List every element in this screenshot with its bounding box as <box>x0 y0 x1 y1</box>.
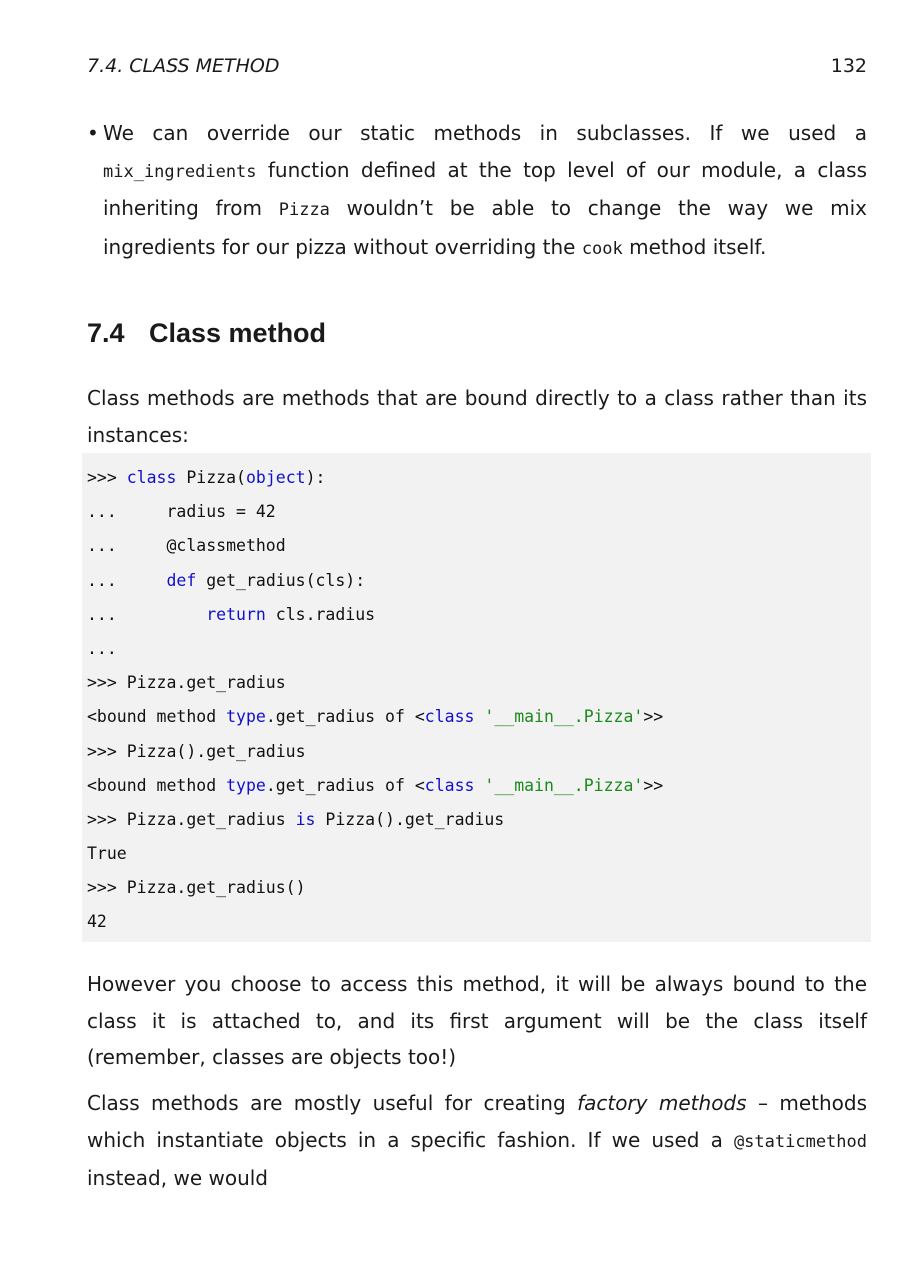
code-line: ... return cls.radius <box>87 604 376 624</box>
inline-code-mix-ingredients: mix_ingredients <box>103 161 257 182</box>
code-line: >>> Pizza.get_radius <box>87 673 286 693</box>
code-line: >>> Pizza.get_radius is Pizza().get_radi… <box>87 809 505 829</box>
code-line: <bound method type.get_radius of <class … <box>87 707 664 727</box>
header-section-ref: 7.4. CLASS METHOD <box>87 55 280 77</box>
emphasis-factory-methods: factory methods <box>577 1091 747 1115</box>
section-heading: 7.4 Class method <box>87 315 326 351</box>
code-line: ... def get_radius(cls): <box>87 570 366 590</box>
page-number: 132 <box>830 55 867 77</box>
body-paragraph: However you choose to access this method… <box>87 972 867 1069</box>
code-block: >>> class Pizza(object): ... radius = 42… <box>82 453 871 942</box>
intro-paragraph: Class methods are methods that are bound… <box>87 386 867 447</box>
bullet-marker: • <box>87 121 99 145</box>
body-paragraph: Class methods are mostly useful for crea… <box>87 1091 867 1190</box>
inline-code-pizza: Pizza <box>278 200 330 220</box>
code-line: True <box>87 844 127 864</box>
inline-code-cook: cook <box>581 238 623 259</box>
code-line: ... @classmethod <box>87 536 286 556</box>
bullet-list: • We can override our static methods in … <box>87 115 867 267</box>
bullet-text-4: method itself. <box>622 234 767 259</box>
bullet-text-1: We can override our static methods in su… <box>103 121 867 145</box>
code-line: <bound method type.get_radius of <class … <box>87 775 664 795</box>
code-line: >>> Pizza.get_radius() <box>87 878 306 898</box>
running-header: 7.4. CLASS METHOD 132 <box>87 55 867 81</box>
code-line: ... radius = 42 <box>87 502 276 522</box>
list-item: • We can override our static methods in … <box>87 115 867 267</box>
section-number: 7.4 <box>87 318 125 348</box>
code-line: >>> Pizza().get_radius <box>87 741 306 761</box>
section-title: Class method <box>149 318 327 348</box>
code-line: ... <box>87 638 117 658</box>
inline-code-staticmethod: @staticmethod <box>733 1131 867 1152</box>
code-line: >>> class Pizza(object): <box>87 468 326 487</box>
code-line: 42 <box>87 912 107 932</box>
